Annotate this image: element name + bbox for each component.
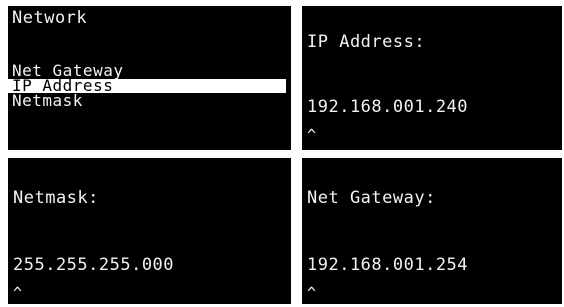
edit-cursor-caret: ^ — [307, 126, 317, 144]
edit-cursor-caret: ^ — [13, 284, 23, 302]
network-menu-screen: Network Net Gateway IP Address Netmask — [8, 6, 291, 150]
netmask-value[interactable]: 255.255.255.000 — [13, 257, 174, 274]
net-gateway-label: Net Gateway: — [307, 188, 436, 208]
ip-address-screen: IP Address: 192.168.001.240 ^ — [302, 6, 562, 150]
net-gateway-value[interactable]: 192.168.001.254 — [307, 257, 468, 274]
netmask-screen: Netmask: 255.255.255.000 ^ — [8, 158, 291, 304]
edit-cursor-caret: ^ — [307, 284, 317, 302]
net-gateway-screen: Net Gateway: 192.168.001.254 ^ — [302, 158, 562, 304]
menu-item-netmask[interactable]: Netmask — [12, 93, 83, 109]
network-menu-title: Network — [12, 8, 88, 28]
netmask-label: Netmask: — [13, 188, 99, 208]
ip-address-value[interactable]: 192.168.001.240 — [307, 99, 468, 116]
ip-address-label: IP Address: — [307, 32, 426, 52]
